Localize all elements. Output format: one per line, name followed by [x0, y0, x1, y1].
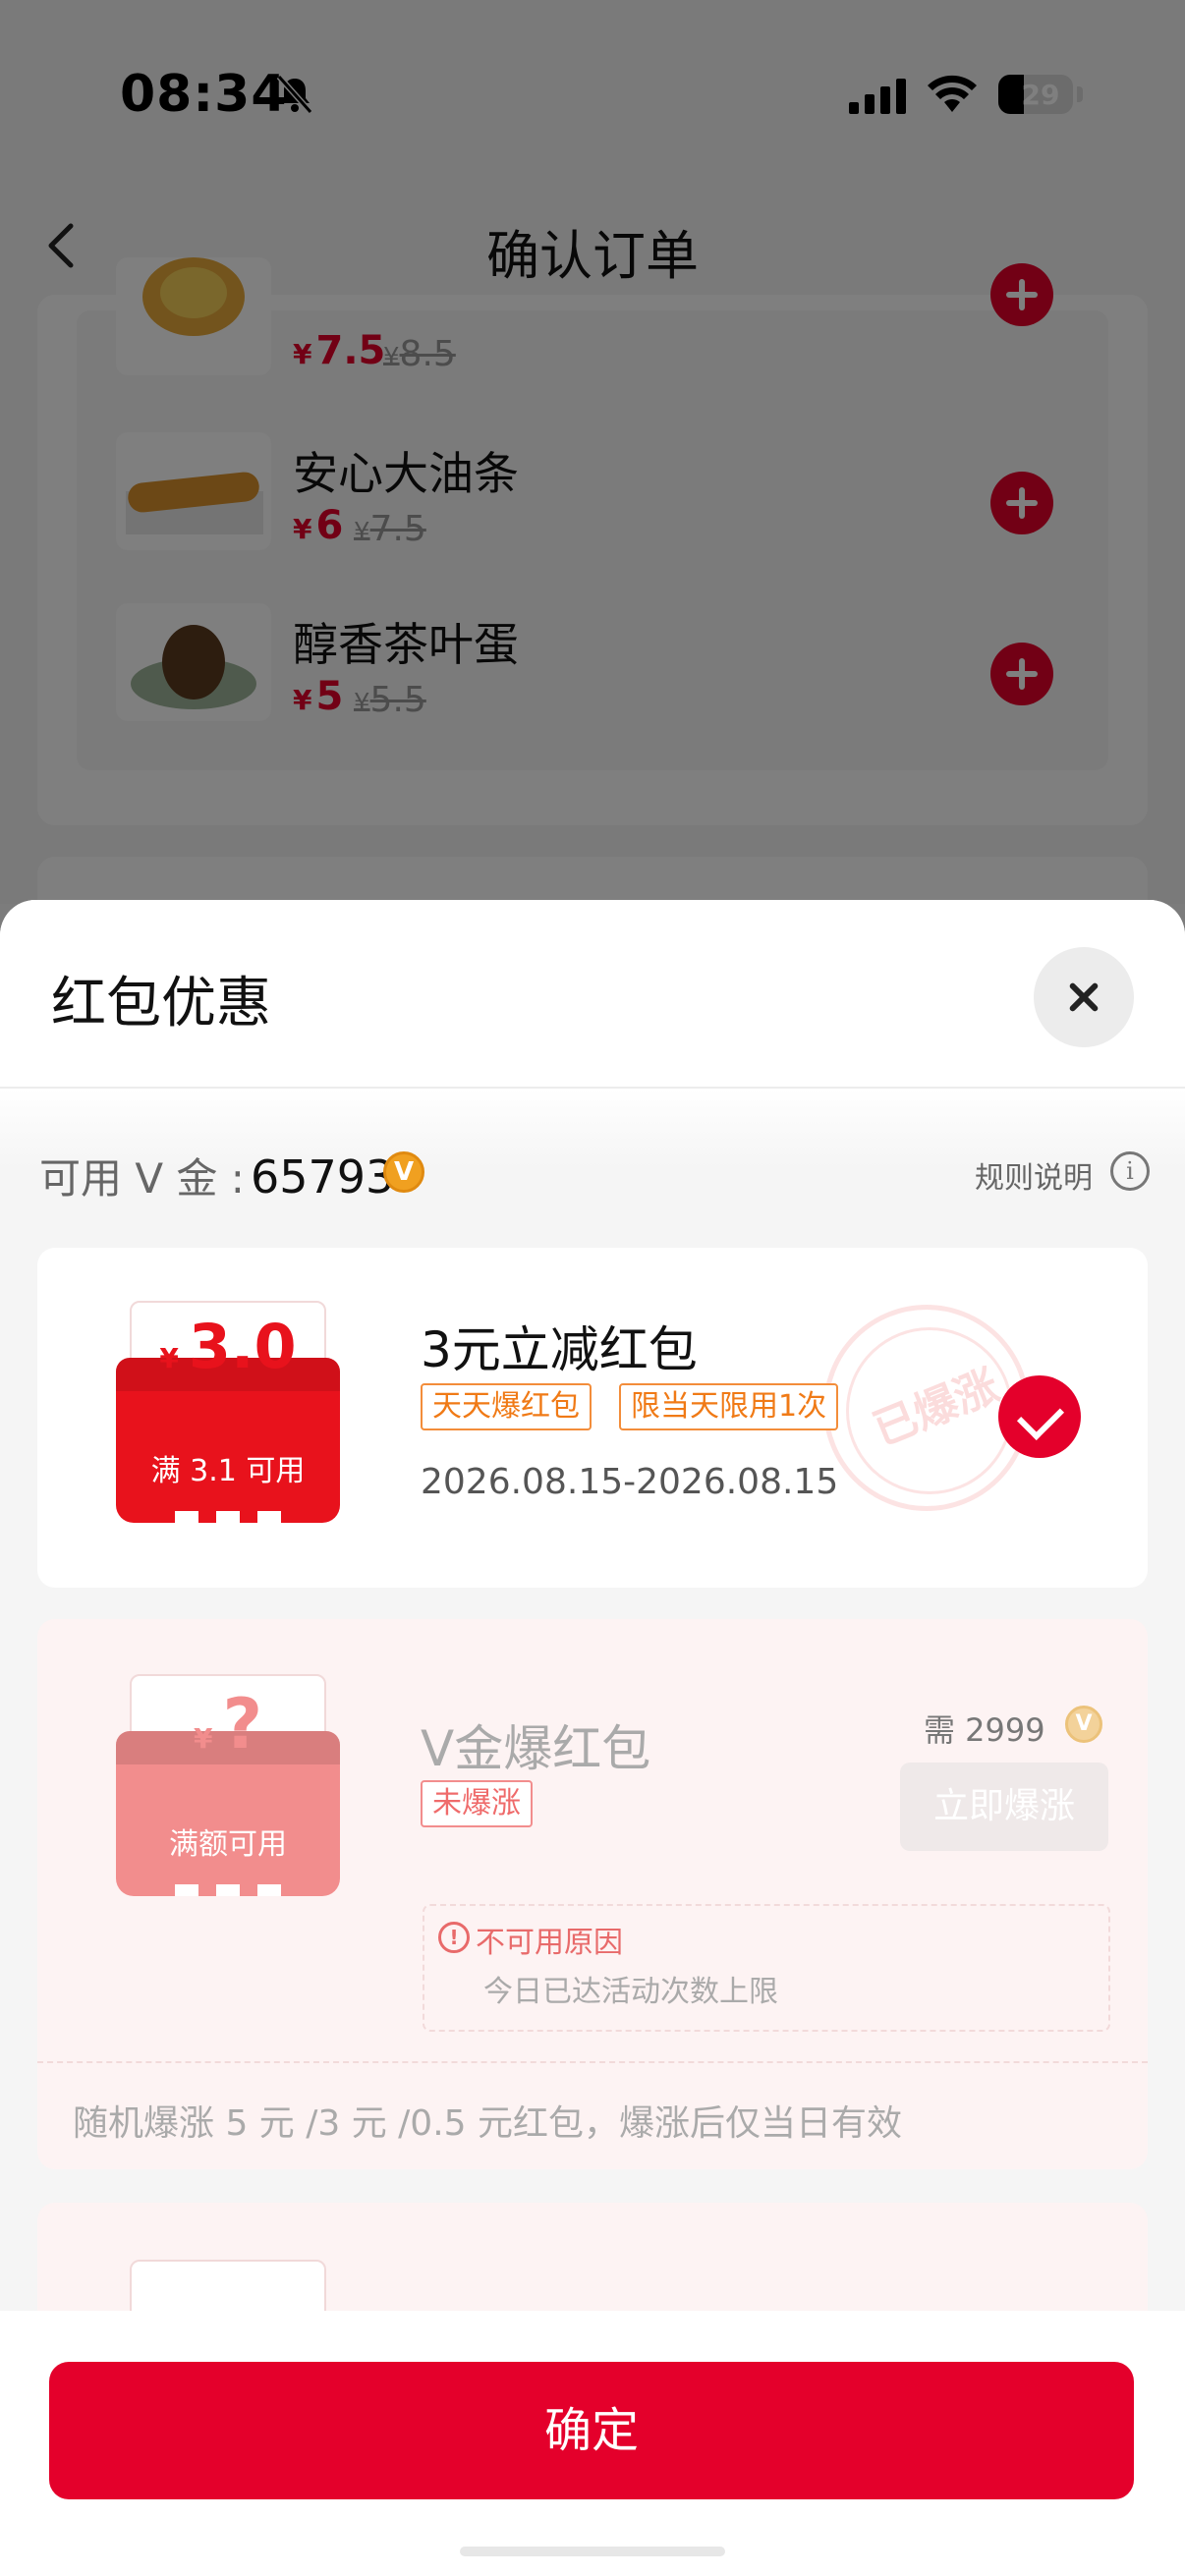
reason-text: 今日已达活动次数上限 — [483, 1975, 778, 2009]
sheet-title: 红包优惠 — [51, 972, 271, 1036]
dashed-divider — [37, 2061, 1148, 2063]
v-coin-icon: V — [383, 1151, 424, 1193]
red-envelope-icon: ¥3.0 满 3.1 可用 — [116, 1301, 340, 1523]
vgold-amount: 65793 — [250, 1150, 395, 1204]
alert-icon: ! — [438, 1922, 470, 1953]
coupon-sheet: 红包优惠 可用 V 金 :65793 V 规则说明 i ¥3.0 满 3.1 可… — [0, 900, 1185, 2576]
coupon-dates: 2026.08.15-2026.08.15 — [421, 1462, 839, 1502]
vgold-required: 需 2999 — [924, 1711, 1045, 1749]
modal-overlay[interactable] — [0, 0, 1185, 904]
coupon-title: 3元立减红包 — [421, 1321, 698, 1378]
coupon-title: V金爆红包 — [421, 1720, 651, 1777]
vgold-balance: 可用 V 金 :65793 — [39, 1146, 394, 1205]
selected-check-icon[interactable] — [998, 1375, 1081, 1458]
coupon-description: 随机爆涨 5 元 /3 元 /0.5 元红包，爆涨后仅当日有效 — [73, 2103, 902, 2144]
coupon-tag: 限当天限用1次 — [619, 1383, 839, 1430]
confirm-button[interactable]: 确定 — [49, 2362, 1134, 2499]
coupon-amount: ¥3.0 — [159, 1311, 297, 1382]
sheet-header: 红包优惠 — [0, 900, 1185, 1089]
home-indicator — [460, 2547, 725, 2556]
rules-link[interactable]: 规则说明 — [975, 1153, 1093, 1197]
info-icon[interactable]: i — [1110, 1151, 1150, 1191]
coupon-amount: ¥? — [193, 1684, 263, 1764]
coupon-tag: 天天爆红包 — [421, 1383, 592, 1430]
coupon-card-unavailable: ¥? 满额可用 V金爆红包 未爆涨 需 2999 V 立即爆涨 ! 不可用原因 … — [37, 1619, 1148, 2169]
sheet-footer: 确定 — [0, 2311, 1185, 2576]
close-button[interactable] — [1034, 947, 1134, 1047]
red-envelope-icon: ¥? 满额可用 — [116, 1674, 340, 1896]
coupon-card-selected[interactable]: ¥3.0 满 3.1 可用 已爆涨 3元立减红包 天天爆红包 限当天限用1次 2… — [37, 1248, 1148, 1588]
unavailable-reason: ! 不可用原因 今日已达活动次数上限 — [423, 1904, 1110, 2032]
reason-title: 不可用原因 — [476, 1926, 623, 1960]
coupon-condition: 满额可用 — [169, 1827, 287, 1862]
vgold-label: 可用 V 金 : — [39, 1154, 245, 1203]
coupon-tag: 未爆涨 — [421, 1780, 533, 1827]
coupon-condition: 满 3.1 可用 — [150, 1454, 306, 1488]
v-coin-icon: V — [1065, 1706, 1102, 1743]
explode-button[interactable]: 立即爆涨 — [900, 1763, 1108, 1851]
